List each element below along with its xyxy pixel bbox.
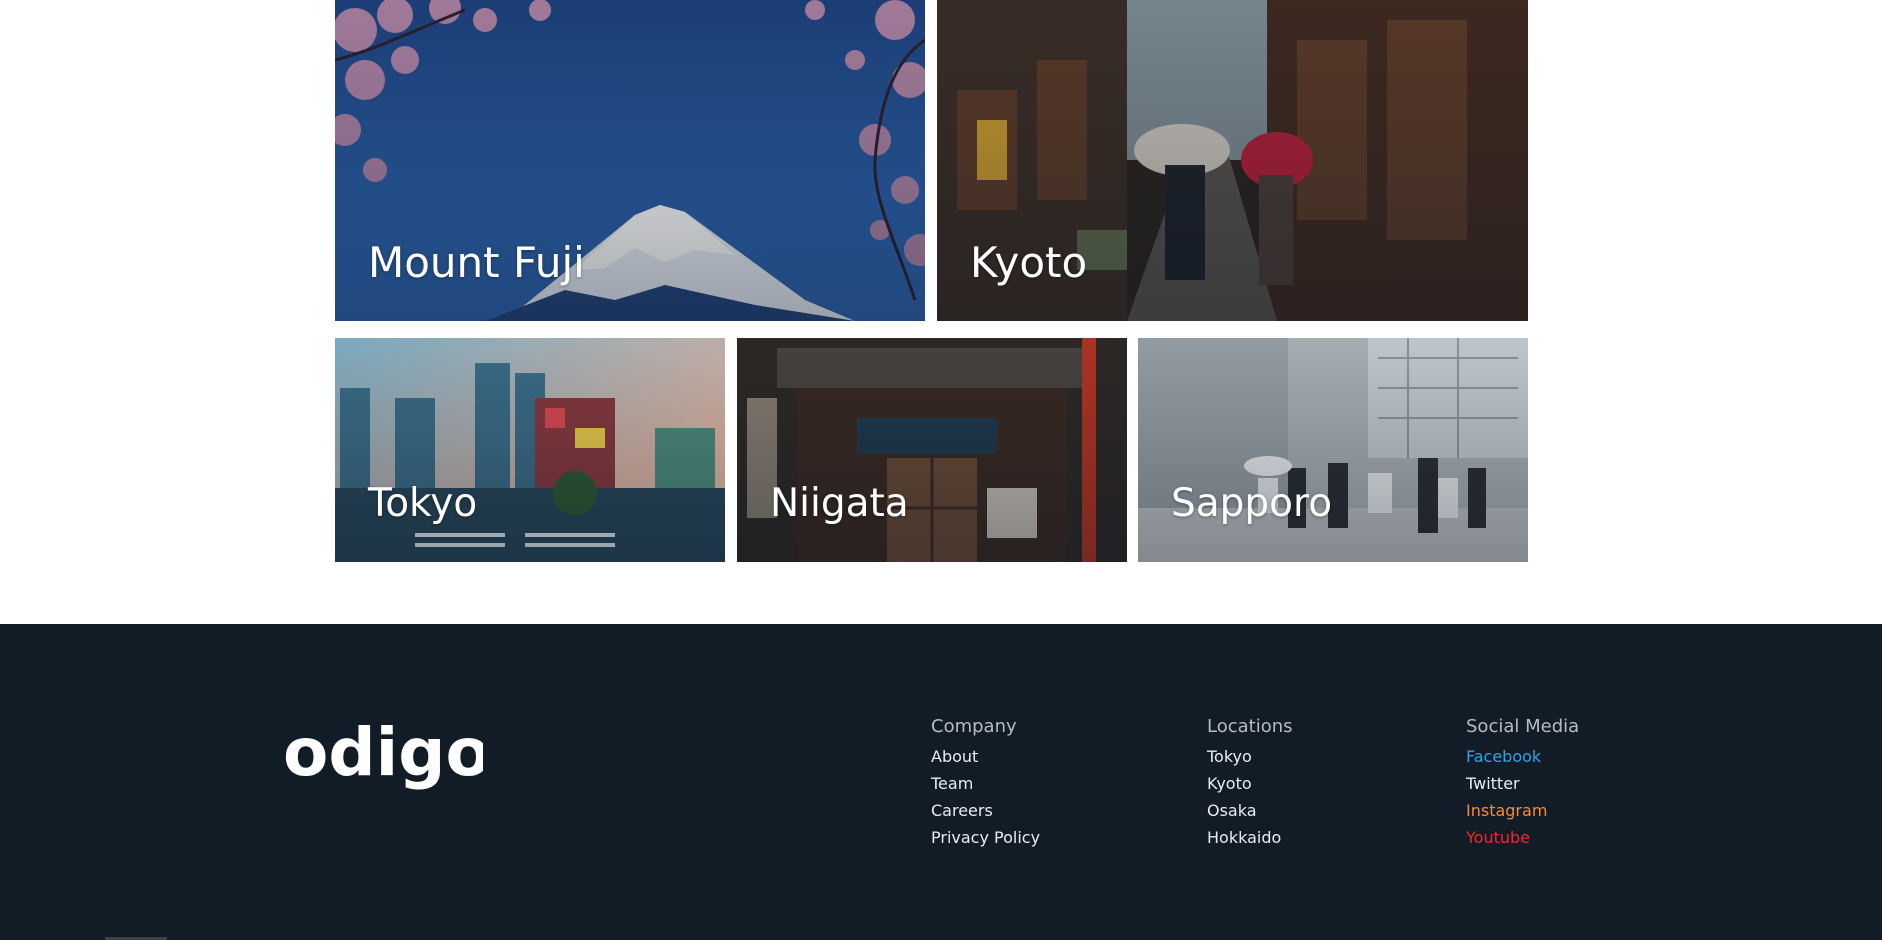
footer-locations-column: Locations Tokyo Kyoto Osaka Hokkaido — [1207, 716, 1293, 851]
footer-link-tokyo[interactable]: Tokyo — [1207, 743, 1293, 770]
footer-company-links: About Team Careers Privacy Policy — [931, 743, 1040, 851]
site-footer: odigo Company About Team Careers Privacy… — [0, 624, 1882, 940]
destination-card-tokyo[interactable]: Tokyo — [335, 338, 725, 562]
footer-social-links: Facebook Twitter Instagram Youtube — [1466, 743, 1579, 851]
footer-social-column: Social Media Facebook Twitter Instagram … — [1466, 716, 1579, 851]
page: Mount Fuji Kyoto Tokyo Niigata Sapporo o… — [0, 0, 1882, 940]
footer-company-column: Company About Team Careers Privacy Polic… — [931, 716, 1040, 851]
svg-text:odigo: odigo — [283, 718, 483, 791]
footer-link-kyoto[interactable]: Kyoto — [1207, 770, 1293, 797]
destination-card-sapporo[interactable]: Sapporo — [1138, 338, 1528, 562]
footer-link-careers[interactable]: Careers — [931, 797, 1040, 824]
footer-company-heading: Company — [931, 716, 1017, 737]
footer-link-team[interactable]: Team — [931, 770, 1040, 797]
footer-link-hokkaido[interactable]: Hokkaido — [1207, 824, 1293, 851]
footer-locations-heading: Locations — [1207, 716, 1293, 737]
destination-card-niigata[interactable]: Niigata — [737, 338, 1127, 562]
destination-label: Mount Fuji — [368, 238, 585, 287]
destination-label: Sapporo — [1171, 481, 1333, 526]
footer-link-osaka[interactable]: Osaka — [1207, 797, 1293, 824]
footer-link-youtube[interactable]: Youtube — [1466, 824, 1579, 851]
destination-card-mount-fuji[interactable]: Mount Fuji — [335, 0, 925, 321]
footer-link-instagram[interactable]: Instagram — [1466, 797, 1579, 824]
card-shade — [335, 338, 725, 562]
footer-link-twitter[interactable]: Twitter — [1466, 770, 1579, 797]
footer-link-about[interactable]: About — [931, 743, 1040, 770]
footer-link-facebook[interactable]: Facebook — [1466, 743, 1579, 770]
footer-locations-links: Tokyo Kyoto Osaka Hokkaido — [1207, 743, 1293, 851]
destination-label: Tokyo — [368, 481, 478, 526]
odigo-logo[interactable]: odigo — [283, 718, 483, 794]
footer-link-privacy-policy[interactable]: Privacy Policy — [931, 824, 1040, 851]
destination-label: Niigata — [770, 481, 909, 526]
card-shade — [1138, 338, 1528, 562]
card-shade — [737, 338, 1127, 562]
destination-label: Kyoto — [970, 238, 1088, 287]
footer-social-heading: Social Media — [1466, 716, 1580, 737]
destination-card-kyoto[interactable]: Kyoto — [937, 0, 1528, 321]
